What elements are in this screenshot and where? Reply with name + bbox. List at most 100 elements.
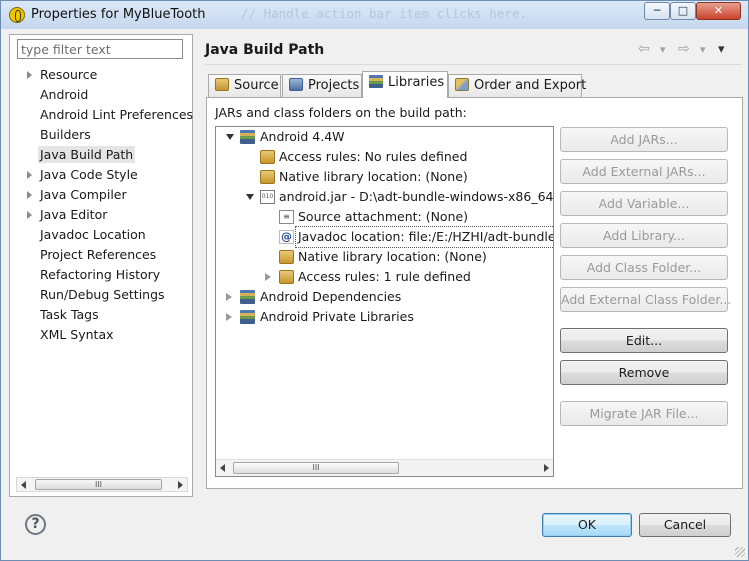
tree-row[interactable]: Native library location: (None) [216, 247, 553, 267]
tree-row[interactable]: 010 android.jar - D:\adt-bundle-windows-x… [216, 187, 554, 207]
nav-item-label: Resource [40, 67, 98, 82]
build-path-tree[interactable]: Android 4.4W Access rules: No rules defin… [215, 126, 554, 477]
nav-item-label: Java Compiler [40, 187, 127, 202]
nav-item-java-code-style[interactable]: Java Code Style [10, 165, 192, 185]
native-library-icon [279, 250, 294, 264]
tree-row[interactable]: ≡ Source attachment: (None) [216, 207, 553, 227]
help-icon[interactable]: ? [25, 514, 46, 535]
expand-arrow-icon[interactable] [226, 313, 232, 321]
tab-label: Order and Export [474, 78, 587, 93]
nav-item-java-build-path[interactable]: Java Build Path [10, 145, 192, 165]
tree-row[interactable]: Android Dependencies [216, 287, 553, 307]
library-icon [240, 290, 255, 304]
libraries-heading: JARs and class folders on the build path… [215, 105, 467, 120]
scroll-thumb[interactable]: III [233, 462, 399, 474]
background-editor-text: // Handle action bar item clicks here. [241, 6, 527, 21]
nav-item-label: Android [40, 87, 89, 102]
add-external-class-folder-button[interactable]: Add External Class Folder... [560, 287, 731, 312]
add-library-button[interactable]: Add Library... [560, 223, 728, 248]
minimize-button[interactable]: ─ [644, 2, 670, 20]
filter-input[interactable] [17, 39, 183, 59]
resize-grip-icon[interactable] [735, 547, 745, 557]
add-variable-button[interactable]: Add Variable... [560, 191, 728, 216]
nav-item-java-compiler[interactable]: Java Compiler [10, 185, 192, 205]
tab-libraries[interactable]: Libraries [362, 71, 448, 98]
tree-row-label: android.jar - D:\adt-bundle-windows-x86_… [279, 189, 554, 204]
edit-button[interactable]: Edit... [560, 328, 728, 353]
tree-horizontal-scrollbar[interactable]: III [216, 459, 553, 476]
back-menu-icon[interactable]: ▾ [660, 43, 666, 56]
expand-arrow-icon[interactable] [27, 71, 32, 79]
tree-row-label: Access rules: 1 rule defined [298, 269, 471, 284]
nav-item-refactoring-history[interactable]: Refactoring History [10, 265, 192, 285]
nav-item-resource[interactable]: Resource [10, 65, 192, 85]
javadoc-icon: @ [279, 230, 294, 244]
scroll-thumb[interactable]: III [35, 479, 162, 490]
nav-item-label: XML Syntax [40, 327, 114, 342]
property-pages-tree: Resource Android Android Lint Preferences B… [10, 65, 194, 345]
expand-arrow-icon[interactable] [27, 171, 32, 179]
cancel-button[interactable]: Cancel [639, 513, 731, 537]
add-jars-button[interactable]: Add JARs... [560, 127, 728, 152]
nav-item-project-references[interactable]: Project References [10, 245, 192, 265]
tree-row-label: Access rules: No rules defined [279, 149, 468, 164]
library-icon [240, 310, 255, 324]
tree-row[interactable]: Android Private Libraries [216, 307, 553, 327]
nav-item-java-editor[interactable]: Java Editor [10, 205, 192, 225]
libraries-tab-panel: JARs and class folders on the build path… [206, 97, 743, 489]
nav-item-android-lint-preferences[interactable]: Android Lint Preferences [10, 105, 194, 125]
header-divider [205, 64, 742, 65]
nav-item-label: Task Tags [40, 307, 99, 322]
properties-dialog: Properties for MyBlueTooth // Handle act… [0, 0, 749, 561]
nav-item-label: Android Lint Preferences [40, 107, 194, 122]
nav-item-javadoc-location[interactable]: Javadoc Location [10, 225, 192, 245]
projects-icon [289, 78, 303, 91]
add-external-jars-button[interactable]: Add External JARs... [560, 159, 728, 184]
nav-horizontal-scrollbar[interactable]: III [16, 477, 188, 492]
forward-arrow-icon[interactable]: ⇨ [678, 41, 690, 57]
tree-row[interactable]: Access rules: No rules defined [216, 147, 553, 167]
collapse-arrow-icon[interactable] [246, 194, 254, 200]
tree-row[interactable]: @ Javadoc location: file:/E:/HZHI/adt-bun… [216, 226, 553, 248]
native-library-icon [260, 170, 275, 184]
library-icon [240, 130, 255, 144]
scroll-right-icon[interactable] [178, 481, 183, 489]
tab-order-and-export[interactable]: Order and Export [448, 74, 586, 98]
tab-projects[interactable]: Projects [282, 74, 362, 98]
tab-label: Projects [308, 78, 360, 93]
migrate-jar-file-button[interactable]: Migrate JAR File... [560, 401, 728, 426]
nav-item-label: Javadoc Location [40, 227, 146, 242]
scroll-left-icon[interactable] [220, 464, 225, 472]
view-menu-icon[interactable]: ▾ [718, 42, 725, 57]
tree-row-label: Android Dependencies [260, 289, 402, 304]
expand-arrow-icon[interactable] [265, 273, 271, 281]
tab-source[interactable]: Source [208, 74, 281, 98]
remove-button[interactable]: Remove [560, 360, 728, 385]
jar-icon: 010 [260, 190, 275, 204]
nav-item-xml-syntax[interactable]: XML Syntax [10, 325, 192, 345]
nav-item-android[interactable]: Android [10, 85, 192, 105]
ok-button[interactable]: OK [542, 513, 632, 537]
add-class-folder-button[interactable]: Add Class Folder... [560, 255, 728, 280]
nav-item-label: Refactoring History [40, 267, 161, 282]
scroll-right-icon[interactable] [544, 464, 549, 472]
nav-item-run-debug-settings[interactable]: Run/Debug Settings [10, 285, 192, 305]
forward-menu-icon[interactable]: ▾ [700, 43, 706, 56]
expand-arrow-icon[interactable] [226, 293, 232, 301]
maximize-button[interactable]: □ [670, 2, 696, 20]
nav-item-label: Java Code Style [40, 167, 138, 182]
tree-row[interactable]: Native library location: (None) [216, 167, 553, 187]
tree-row[interactable]: Access rules: 1 rule defined [216, 267, 553, 287]
nav-item-task-tags[interactable]: Task Tags [10, 305, 192, 325]
nav-item-builders[interactable]: Builders [10, 125, 192, 145]
collapse-arrow-icon[interactable] [226, 134, 234, 140]
back-arrow-icon[interactable]: ⇦ [638, 41, 650, 57]
tree-row[interactable]: Android 4.4W [216, 127, 553, 147]
scroll-left-icon[interactable] [21, 481, 26, 489]
tree-row-label: Javadoc location: file:/E:/HZHI/adt-bund… [295, 226, 553, 248]
expand-arrow-icon[interactable] [27, 191, 32, 199]
close-button[interactable]: ✕ [696, 2, 741, 20]
expand-arrow-icon[interactable] [27, 211, 32, 219]
nav-item-label: Java Build Path [38, 146, 136, 163]
tab-label: Libraries [388, 75, 445, 90]
